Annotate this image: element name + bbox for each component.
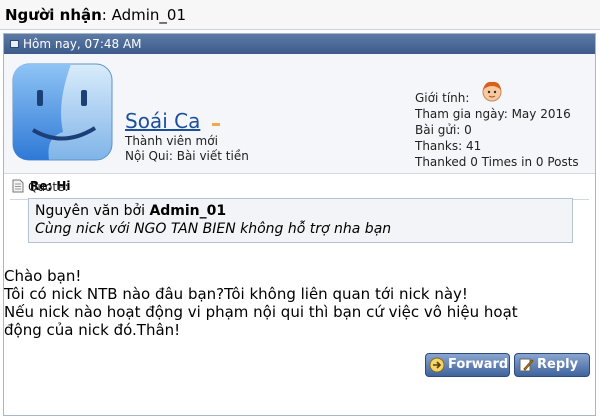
quote-block: Quote: Nguyên văn bởi Admin_01 Cùng nick… — [28, 180, 573, 243]
author-rules: Nội Qui: Bài viết tiền — [125, 149, 249, 163]
forward-icon — [429, 357, 445, 373]
message-line: Tôi có nick NTB nào đâu bạn?Tôi không li… — [4, 285, 468, 303]
post-icon — [10, 39, 19, 48]
author-name-link[interactable]: Soái Ca — [125, 109, 200, 133]
author-profile: Soái Ca Thành viên mới Nội Qui: Bài viết… — [4, 54, 595, 174]
forward-button[interactable]: Forward — [425, 353, 510, 377]
author-stats: Giới tính: Tham gia ngày: May 2016 Bài g… — [415, 90, 579, 170]
quote-attribution: Nguyên văn bởi Admin_01 — [35, 202, 566, 220]
stat-joined: Tham gia ngày: May 2016 — [415, 107, 571, 121]
stat-thanks: Thanks: 41 — [415, 139, 482, 153]
reply-pencil-icon — [519, 358, 534, 372]
document-icon — [12, 179, 24, 192]
quote-box: Nguyên văn bởi Admin_01 Cùng nick với NG… — [28, 198, 573, 243]
stat-posts: Bài gửi: 0 — [415, 123, 472, 137]
message-body: Chào bạn! Tôi có nick NTB nào đâu bạn?Tô… — [4, 267, 589, 339]
forward-label: Forward — [448, 357, 509, 372]
message-date: Hôm nay, 07:48 AM — [23, 37, 142, 51]
author-rank: Thành viên mới — [125, 134, 218, 148]
quote-text: Cùng nick với NGO TAN BIEN không hỗ trợ … — [35, 221, 392, 237]
quote-label: Quote: — [28, 180, 69, 194]
reply-label: Reply — [537, 357, 579, 372]
recipient-label: Người nhận — [5, 6, 102, 24]
quote-prefix: Nguyên văn bởi — [35, 203, 145, 219]
male-gender-icon — [482, 81, 502, 102]
recipient-value: Admin_01 — [111, 6, 187, 24]
quote-author: Admin_01 — [149, 203, 227, 219]
message-date-bar: Hôm nay, 07:48 AM — [4, 34, 595, 54]
stat-thanked: Thanked 0 Times in 0 Posts — [415, 155, 579, 169]
message-line: động của nick đó.Thân! — [4, 321, 181, 339]
recipient-bar: Người nhận: Admin_01 — [0, 0, 600, 30]
online-status-indicator — [212, 123, 220, 126]
mac-finder-avatar — [12, 63, 113, 161]
reply-button[interactable]: Reply — [514, 353, 590, 377]
message-line: Nếu nick nào hoạt động vi phạm nội qui t… — [4, 303, 518, 321]
message-line: Chào bạn! — [4, 267, 82, 285]
